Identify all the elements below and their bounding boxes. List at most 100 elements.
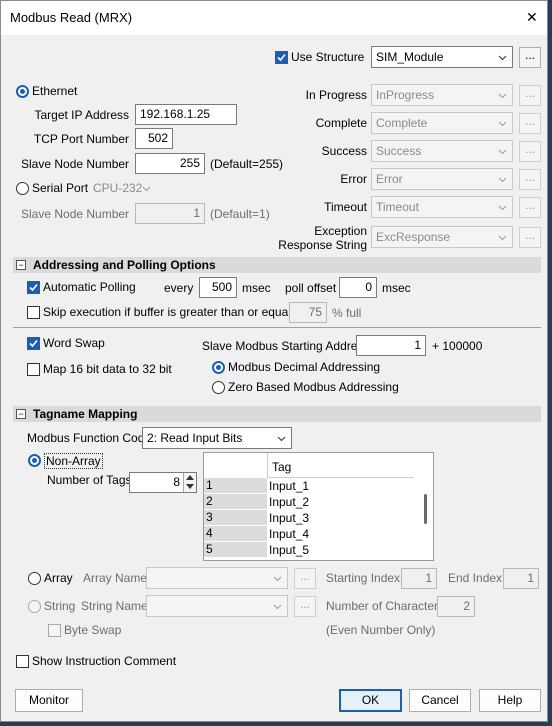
- polling-interval-input[interactable]: 500: [199, 277, 237, 298]
- help-button[interactable]: Help: [479, 689, 541, 712]
- tag-cell[interactable]: Input_5: [269, 543, 309, 557]
- row-number: 3: [204, 510, 267, 525]
- divider: [13, 327, 541, 328]
- use-structure-label: Use Structure: [291, 50, 365, 64]
- target-ip-input[interactable]: 192.168.1.25: [135, 104, 237, 125]
- array-label: Array: [44, 571, 73, 585]
- zero-based-addressing-radio[interactable]: [212, 381, 225, 394]
- addressing-section-title: Addressing and Polling Options: [33, 258, 216, 272]
- cancel-button[interactable]: Cancel: [409, 689, 471, 712]
- number-of-characters-input[interactable]: 2: [437, 596, 475, 617]
- timeout-browse-button[interactable]: ...: [519, 197, 541, 218]
- collapse-icon[interactable]: −: [16, 409, 26, 419]
- array-name-browse-button[interactable]: ...: [294, 568, 316, 589]
- slave-node-input[interactable]: 255: [135, 153, 205, 174]
- table-row[interactable]: 3 Input_3: [204, 510, 414, 526]
- string-label: String: [44, 599, 76, 613]
- map-16-bit-checkbox[interactable]: [27, 363, 40, 376]
- exception-browse-button[interactable]: ...: [519, 227, 541, 248]
- string-radio[interactable]: [28, 600, 41, 613]
- chevron-down-icon: [498, 121, 507, 127]
- exception-label-line2: Response String: [278, 238, 367, 252]
- success-select[interactable]: Success: [371, 140, 513, 162]
- non-array-radio[interactable]: [28, 454, 41, 467]
- tag-cell[interactable]: Input_2: [269, 495, 309, 509]
- map-16-bit-label: Map 16 bit data to 32 bit: [43, 362, 172, 376]
- serial-port-select[interactable]: CPU-232: [89, 178, 156, 200]
- tag-cell[interactable]: Input_4: [269, 527, 309, 541]
- chevron-down-icon: [498, 149, 507, 155]
- monitor-button[interactable]: Monitor: [15, 689, 83, 712]
- tcp-port-label: TCP Port Number: [33, 132, 129, 146]
- table-row[interactable]: 1 Input_1: [204, 478, 414, 494]
- tag-cell[interactable]: Input_3: [269, 511, 309, 525]
- complete-browse-button[interactable]: ...: [519, 113, 541, 134]
- slave-node-label: Slave Node Number: [21, 157, 130, 171]
- end-index-input[interactable]: 1: [503, 568, 539, 589]
- ok-button[interactable]: OK: [339, 689, 402, 712]
- exception-value: ExcResponse: [376, 230, 451, 244]
- skip-execution-label: Skip execution if buffer is greater than…: [43, 305, 305, 319]
- row-number: 4: [204, 526, 267, 541]
- scrollbar-thumb[interactable]: [424, 494, 427, 524]
- success-browse-button[interactable]: ...: [519, 141, 541, 162]
- modbus-read-dialog: Modbus Read (MRX) ✕ Use Structure SIM_Mo…: [0, 0, 548, 722]
- serial-slave-node-input[interactable]: 1: [135, 203, 205, 224]
- chevron-down-icon: [277, 436, 286, 442]
- structure-browse-button[interactable]: ...: [519, 47, 541, 68]
- automatic-polling-checkbox[interactable]: [27, 281, 40, 294]
- use-structure-checkbox[interactable]: [275, 51, 288, 64]
- function-code-select[interactable]: 2: Read Input Bits: [142, 427, 292, 449]
- starting-index-input[interactable]: 1: [401, 568, 437, 589]
- automatic-polling-label: Automatic Polling: [43, 280, 136, 294]
- tag-grid-scrollbar[interactable]: [418, 478, 432, 560]
- tcp-port-input[interactable]: 502: [135, 128, 173, 149]
- serial-port-value: CPU-232: [93, 181, 143, 195]
- slave-starting-address-input[interactable]: 1: [356, 335, 426, 356]
- show-comment-checkbox[interactable]: [16, 655, 29, 668]
- decimal-addressing-radio[interactable]: [212, 361, 225, 374]
- tag-count-spinner[interactable]: [183, 473, 196, 492]
- array-name-select[interactable]: [146, 567, 288, 589]
- timeout-value: Timeout: [376, 200, 419, 214]
- poll-offset-input[interactable]: 0: [339, 277, 377, 298]
- string-name-select[interactable]: [146, 595, 288, 617]
- timeout-select[interactable]: Timeout: [371, 196, 513, 218]
- error-browse-button[interactable]: ...: [519, 169, 541, 190]
- exception-select[interactable]: ExcResponse: [371, 226, 513, 248]
- table-row[interactable]: 2 Input_2: [204, 494, 414, 510]
- word-swap-checkbox[interactable]: [27, 337, 40, 350]
- in-progress-select[interactable]: InProgress: [371, 84, 513, 106]
- complete-select[interactable]: Complete: [371, 112, 513, 134]
- skip-execution-checkbox[interactable]: [27, 306, 40, 319]
- zero-based-addressing-label: Zero Based Modbus Addressing: [228, 380, 399, 394]
- spin-up-icon[interactable]: [186, 475, 194, 480]
- in-progress-browse-button[interactable]: ...: [519, 85, 541, 106]
- table-row[interactable]: 5 Input_5: [204, 542, 414, 558]
- slave-node-default-note: (Default=255): [210, 157, 284, 171]
- success-value: Success: [376, 144, 422, 158]
- error-value: Error: [376, 172, 403, 186]
- complete-value: Complete: [376, 116, 428, 130]
- row-number: 5: [204, 542, 267, 557]
- non-array-label: Non-Array: [44, 453, 103, 469]
- string-name-browse-button[interactable]: ...: [294, 596, 316, 617]
- ethernet-radio[interactable]: [16, 85, 29, 98]
- structure-select[interactable]: SIM_Module: [371, 46, 513, 68]
- close-icon[interactable]: ✕: [526, 10, 538, 24]
- serial-port-radio[interactable]: [16, 182, 29, 195]
- error-select[interactable]: Error: [371, 168, 513, 190]
- table-row[interactable]: 4 Input_4: [204, 526, 414, 542]
- tagname-section-header: − Tagname Mapping: [13, 406, 541, 422]
- poll-offset-msec-label: msec: [382, 281, 411, 295]
- skip-percent-input[interactable]: 75: [289, 302, 327, 323]
- byte-swap-checkbox[interactable]: [48, 624, 61, 637]
- in-progress-label: In Progress: [305, 88, 367, 102]
- array-radio[interactable]: [28, 572, 41, 585]
- tag-column-header: Tag: [272, 460, 292, 474]
- tag-cell[interactable]: Input_1: [269, 479, 309, 493]
- word-swap-label: Word Swap: [43, 336, 105, 350]
- chevron-down-icon: [273, 576, 282, 582]
- spin-down-icon[interactable]: [186, 484, 194, 489]
- collapse-icon[interactable]: −: [16, 260, 26, 270]
